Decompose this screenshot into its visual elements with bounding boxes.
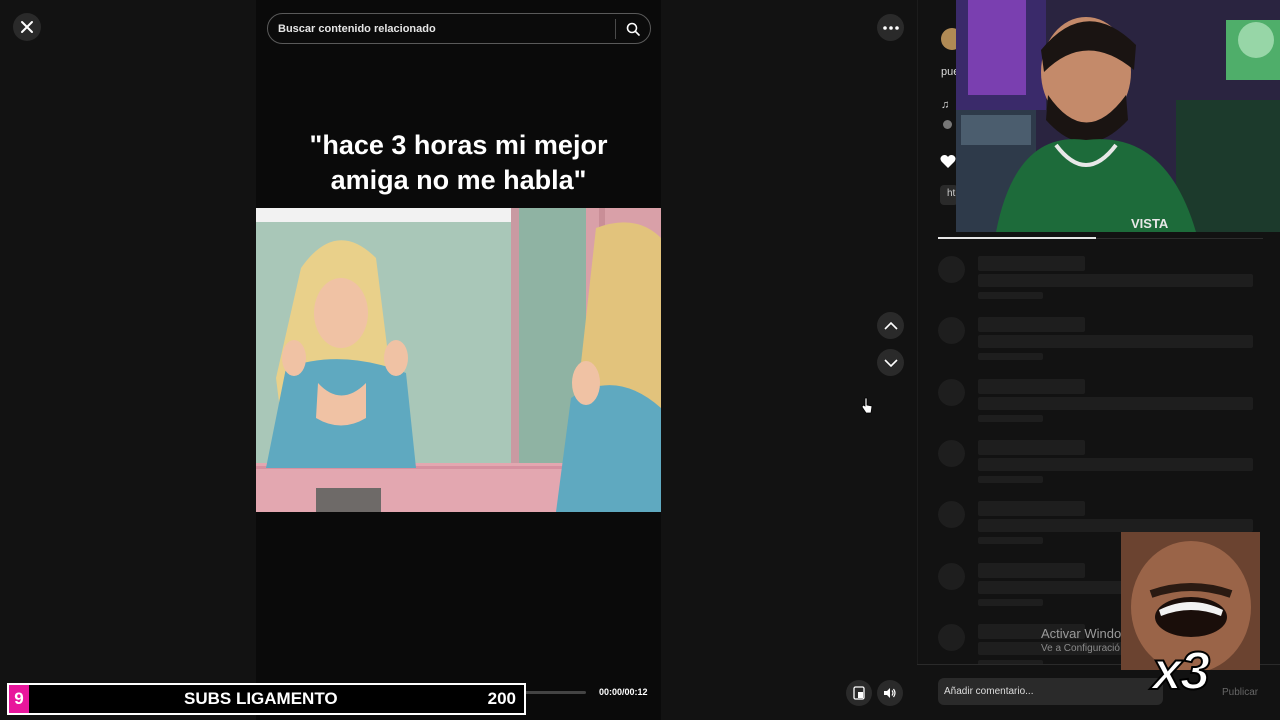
comment-input[interactable]: Añadir comentario... — [938, 678, 1163, 705]
picture-in-picture-icon — [853, 686, 865, 700]
like-heart-icon[interactable] — [940, 154, 956, 174]
speaker-icon — [884, 688, 896, 698]
more-icon — [882, 25, 899, 30]
skeleton-avatar — [938, 501, 965, 528]
music-note-icon: ♫ — [941, 99, 950, 111]
hand-cursor-icon — [861, 397, 873, 420]
comment-skeleton-row — [938, 379, 1258, 429]
skeleton-line — [978, 274, 1253, 287]
skeleton-avatar — [938, 256, 965, 283]
close-button[interactable] — [13, 13, 41, 41]
skeleton-line — [978, 317, 1085, 332]
pip-button[interactable] — [846, 680, 872, 706]
skeleton-avatar — [938, 440, 965, 467]
mirror-scene-image — [256, 208, 661, 512]
skeleton-line — [978, 519, 1253, 532]
skeleton-line — [978, 415, 1043, 422]
skeleton-line — [978, 563, 1085, 578]
video-frame — [256, 208, 661, 512]
skeleton-avatar — [938, 317, 965, 344]
skeleton-line — [978, 476, 1043, 483]
caption-line-1: "hace 3 horas mi mejor — [309, 130, 608, 160]
chevron-down-icon — [883, 358, 898, 367]
skeleton-avatar — [938, 624, 965, 651]
time-display: 00:00/00:12 — [599, 687, 648, 697]
skeleton-line — [978, 379, 1085, 394]
subs-goal: 200 — [487, 689, 516, 708]
subs-goal-bar: 9 SUBS LIGAMENTO 200 — [7, 683, 526, 715]
related-search-bar[interactable]: Buscar contenido relacionado — [267, 13, 651, 44]
search-icon[interactable] — [616, 22, 650, 36]
comment-skeleton-row — [938, 440, 1258, 490]
skeleton-line — [978, 501, 1085, 516]
caption-line-2: amiga no me habla" — [330, 165, 587, 195]
skeleton-line — [978, 292, 1043, 299]
publish-button[interactable]: Publicar — [1222, 687, 1258, 698]
sound-avatar — [943, 120, 952, 129]
close-icon — [21, 21, 33, 33]
search-input[interactable]: Buscar contenido relacionado — [268, 23, 615, 35]
webcam-overlay: VISTA — [956, 0, 1280, 232]
skeleton-line — [978, 335, 1253, 348]
skeleton-line — [978, 458, 1253, 471]
meme-multiplier-label: x3 — [1151, 640, 1211, 702]
skeleton-line — [978, 397, 1253, 410]
video-viewer: Buscar contenido relacionado "hace 3 hor… — [0, 0, 1280, 720]
comment-skeleton-row — [938, 256, 1258, 306]
comment-skeleton-row — [938, 317, 1258, 367]
skeleton-line — [978, 599, 1043, 606]
video-description: pue hu — [941, 66, 957, 78]
windows-activation-title: Activar Windo — [1041, 626, 1122, 641]
skeleton-line — [978, 256, 1085, 271]
video-caption: "hace 3 horas mi mejor amiga no me habla… — [256, 128, 661, 198]
streamer-webcam-image: VISTA — [956, 0, 1280, 232]
volume-button[interactable] — [877, 680, 903, 706]
skeleton-line — [978, 353, 1043, 360]
skeleton-line — [978, 537, 1043, 544]
more-options-button[interactable] — [877, 14, 904, 41]
jersey-text: VISTA — [1131, 216, 1169, 231]
tab-active-indicator — [938, 237, 1096, 239]
subs-label: SUBS LIGAMENTO — [184, 689, 338, 708]
previous-video-button[interactable] — [877, 312, 904, 339]
skeleton-avatar — [938, 379, 965, 406]
skeleton-line — [978, 440, 1085, 455]
skeleton-avatar — [938, 563, 965, 590]
windows-activation-subtitle: Ve a Configuració — [1041, 643, 1120, 654]
subs-count: 9 — [9, 685, 29, 713]
chevron-up-icon — [883, 321, 898, 330]
next-video-button[interactable] — [877, 349, 904, 376]
